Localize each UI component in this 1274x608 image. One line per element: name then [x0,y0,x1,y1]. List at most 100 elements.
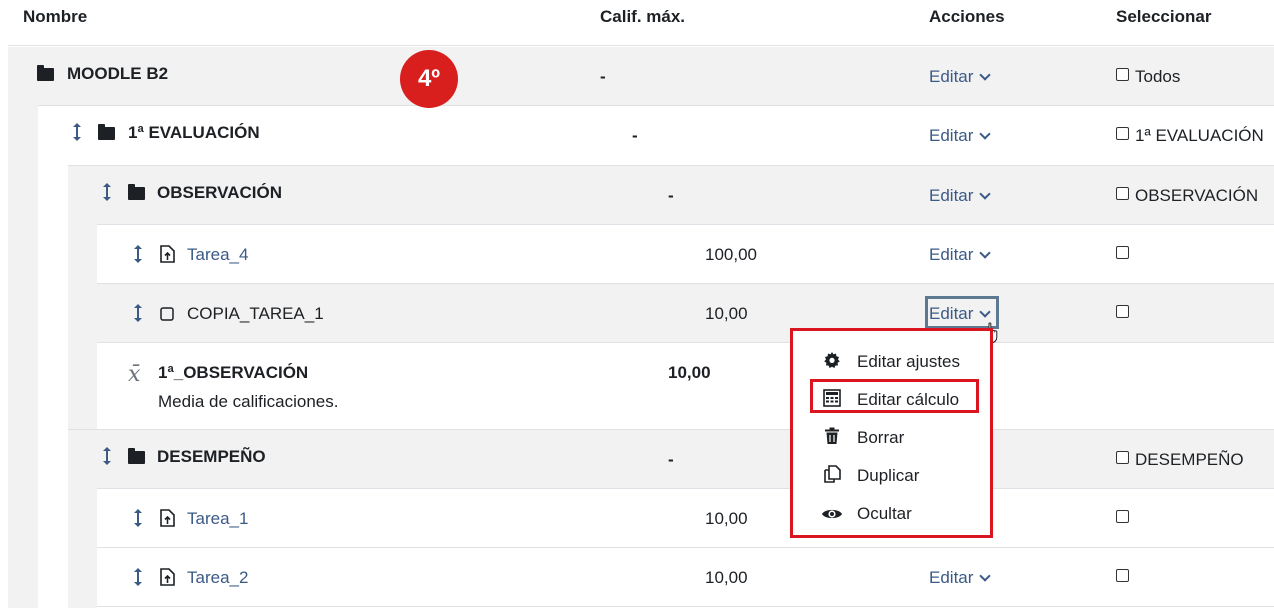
select-desemp-checkbox[interactable]: DESEMPEÑO [1116,450,1244,470]
row-divider [97,342,1274,343]
gear-icon [821,351,843,374]
select-checkbox[interactable] [1116,245,1135,265]
table-header: Nombre Calif. máx. Acciones Seleccionar [0,0,1274,46]
folder-icon [37,65,54,85]
editar-label: Editar [929,126,974,145]
calif-value: - [600,67,606,86]
select-observ-checkbox[interactable]: OBSERVACIÓN [1116,186,1258,206]
move-icon[interactable] [133,567,143,588]
editar-menu-button[interactable]: Editar [929,186,992,206]
step-badge: 4º [400,50,458,108]
row-divider [97,547,1274,548]
folder-icon [128,184,145,204]
editar-menu-button[interactable]: Editar [929,245,992,265]
editar-label: Editar [929,245,974,264]
move-icon[interactable] [102,182,112,203]
checkbox-label: Todos [1135,67,1181,86]
editar-menu-button[interactable]: Editar [929,126,992,146]
row-divider [97,283,1274,284]
checkbox-label: OBSERVACIÓN [1135,186,1259,205]
category-name: MOODLE B2 [67,64,169,83]
calif-value: 10,00 [705,304,748,323]
header-nombre[interactable]: Nombre [23,7,87,27]
header-calif-max: Calif. máx. [600,7,686,26]
checkbox-box[interactable] [1116,68,1129,81]
chevron-down-icon [979,570,992,582]
calif-value: - [668,186,674,205]
move-icon[interactable] [72,122,82,143]
editar-label: Editar [929,67,974,86]
mean-icon: x̄ [128,362,141,387]
header-acciones: Acciones [929,7,1005,26]
editar-calculo-highlight [810,379,979,413]
select-checkbox[interactable] [1116,509,1135,529]
manual-item-icon [160,306,174,326]
item-link-tarea4[interactable]: Tarea_4 [187,245,248,265]
chevron-down-icon [979,188,992,200]
checkbox-label: 1ª EVALUACIÓN [1135,126,1264,145]
row-bg-tarea2 [97,548,1274,608]
item-name: COPIA_TAREA_1 [187,304,324,323]
category-name: OBSERVACIÓN [157,183,283,202]
eye-icon [821,506,843,526]
menu-item-editar-ajustes[interactable]: Editar ajustes [821,351,960,374]
category-name: DESEMPEÑO [157,447,266,466]
checkbox-box[interactable] [1116,187,1129,200]
editar-label: Editar [929,568,974,587]
calif-value: - [632,126,638,145]
folder-icon [128,448,145,468]
row-divider [68,429,1274,430]
calif-value: 10,00 [668,363,711,382]
chevron-down-icon [979,128,992,140]
header-seleccionar: Seleccionar [1116,7,1212,26]
select-all-checkbox[interactable]: Todos [1116,67,1180,87]
item-link-tarea2[interactable]: Tarea_2 [187,568,248,588]
row-divider [68,165,1274,166]
assignment-icon [160,509,175,532]
total-description: Media de calificaciones. [158,392,339,411]
calif-value: 10,00 [705,568,748,587]
editar-menu-button[interactable]: Editar [929,568,992,588]
menu-item-borrar[interactable]: Borrar [821,427,904,450]
chevron-down-icon [979,247,992,259]
move-icon[interactable] [102,446,112,467]
menu-item-ocultar[interactable]: Ocultar [821,504,912,526]
calif-value: - [668,450,674,469]
select-checkbox[interactable] [1116,568,1135,588]
move-icon[interactable] [133,303,143,324]
item-link-tarea1[interactable]: Tarea_1 [187,509,248,529]
menu-item-label: Borrar [857,428,905,447]
select-checkbox[interactable] [1116,304,1135,324]
category-name: 1ª EVALUACIÓN [128,123,260,142]
editar-label: Editar [929,186,974,205]
menu-item-label: Editar ajustes [857,352,960,371]
editar-menu-button[interactable]: Editar [929,67,992,87]
row-divider [97,488,1274,489]
menu-item-label: Ocultar [857,504,912,523]
move-icon[interactable] [133,244,143,265]
row-bg-tarea1 [97,489,1274,548]
editar-dropdown-menu: Editar ajustes Editar cálculo Borrar Dup… [790,328,993,538]
total-name: 1ª_OBSERVACIÓN [158,363,309,382]
row-bg-obs1 [97,343,1274,430]
menu-item-label: Duplicar [857,466,920,485]
chevron-down-icon [979,69,992,81]
folder-icon [98,124,115,144]
assignment-icon [160,568,175,591]
move-icon[interactable] [133,508,143,529]
row-divider [38,105,1274,106]
copy-icon [821,465,843,488]
trash-icon [821,427,843,450]
menu-item-duplicar[interactable]: Duplicar [821,465,919,488]
select-eval1-checkbox[interactable]: 1ª EVALUACIÓN [1116,126,1264,146]
calif-value: 10,00 [705,509,748,528]
header-divider [8,45,1274,46]
calif-value: 100,00 [705,245,757,264]
checkbox-label: DESEMPEÑO [1135,450,1244,469]
row-divider [97,224,1274,225]
row-bg-tarea4 [97,225,1274,284]
checkbox-box[interactable] [1116,127,1129,140]
assignment-icon [160,245,175,268]
checkbox-box[interactable] [1116,451,1129,464]
row-divider [97,606,1274,607]
